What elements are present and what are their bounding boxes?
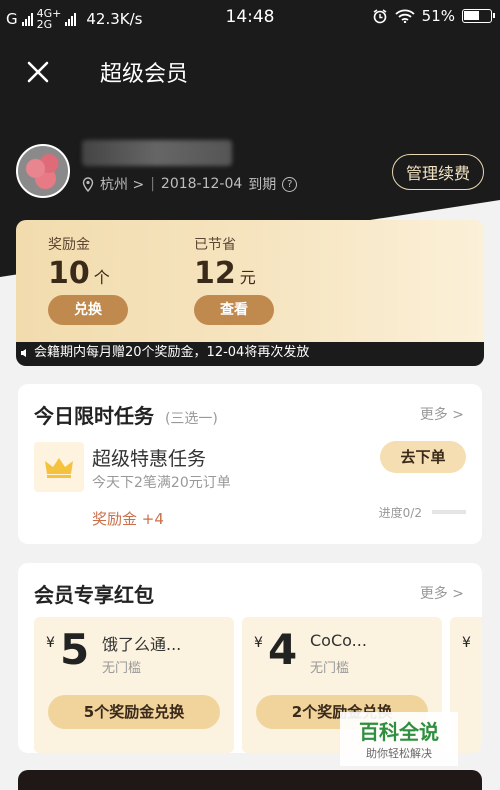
coupon-condition: 无门槛 bbox=[310, 661, 350, 676]
member-meta: 杭州 > | 2018-12-04 到期 ? bbox=[82, 174, 298, 194]
watermark-subtitle: 助你轻松解决 bbox=[366, 747, 432, 760]
tasks-subtitle: (三选一) bbox=[164, 411, 218, 427]
bottom-banner[interactable] bbox=[18, 770, 482, 790]
watermark-logo: 百科全说 助你轻松解决 bbox=[340, 712, 458, 766]
coupon-currency: ¥ bbox=[254, 635, 263, 651]
task-progress: 进度0/2 bbox=[378, 506, 422, 520]
notice-bar: 会籍期内每月赠20个奖励金，12-04将再次发放 bbox=[16, 342, 484, 366]
coupons-title: 会员专享红包 bbox=[34, 583, 154, 607]
speaker-icon bbox=[21, 349, 26, 357]
username-blurred bbox=[82, 140, 232, 166]
divider: | bbox=[150, 176, 155, 192]
saved-stat: 已节省 12 元 bbox=[194, 234, 256, 291]
reward-stat: 奖励金 10 个 bbox=[48, 234, 110, 291]
notice-text: 会籍期内每月赠20个奖励金，12-04将再次发放 bbox=[34, 345, 310, 360]
go-order-button[interactable]: 去下单 bbox=[380, 441, 466, 473]
watermark-title: 百科全说 bbox=[359, 720, 439, 744]
help-icon[interactable]: ? bbox=[282, 176, 298, 192]
page-title: 超级会员 bbox=[100, 62, 189, 87]
battery-icon bbox=[462, 9, 495, 23]
task-title: 超级特惠任务 bbox=[92, 448, 207, 470]
wifi-icon bbox=[395, 9, 415, 23]
expire-suffix: 到期 bbox=[248, 177, 277, 193]
coupon-condition: 无门槛 bbox=[102, 661, 142, 676]
view-savings-button[interactable]: 查看 bbox=[194, 295, 274, 325]
exchange-button[interactable]: 兑换 bbox=[48, 295, 128, 325]
coupon-amount: 4 bbox=[268, 625, 298, 674]
coupon-name: 饿了么通... bbox=[102, 635, 182, 654]
coupon-currency: ¥ bbox=[46, 635, 55, 651]
task-reward: 奖励金 +4 bbox=[92, 510, 164, 528]
battery-percent: 51% bbox=[421, 7, 455, 25]
avatar[interactable] bbox=[16, 144, 70, 198]
manage-renewal-button[interactable]: 管理续费 bbox=[391, 154, 484, 190]
location-link[interactable]: 杭州 > bbox=[100, 174, 144, 194]
reward-label: 奖励金 bbox=[48, 237, 90, 253]
reward-value: 10 个 bbox=[48, 256, 110, 291]
task-progress-bar bbox=[432, 510, 466, 514]
coupon-amount: 5 bbox=[60, 625, 90, 674]
close-icon[interactable] bbox=[24, 58, 52, 86]
coupon-currency: ¥ bbox=[462, 635, 471, 651]
tasks-more-link[interactable]: 更多 > bbox=[420, 404, 464, 424]
coupon-exchange-button[interactable]: 5个奖励金兑换 bbox=[48, 695, 220, 729]
saved-value: 12 元 bbox=[194, 256, 256, 291]
location-pin-icon bbox=[82, 176, 94, 192]
status-bar: G 4G+ 2G 42.3K/s 14:48 51% bbox=[0, 0, 500, 34]
reward-unit: 个 bbox=[93, 268, 110, 287]
tasks-title: 今日限时任务 (三选一) bbox=[34, 404, 218, 428]
task-crown-icon bbox=[34, 442, 84, 492]
benefits-panel: 奖励金 10 个 兑换 已节省 12 元 查看 bbox=[16, 220, 484, 342]
alarm-icon bbox=[373, 9, 387, 24]
expire-date: 2018-12-04 bbox=[160, 176, 243, 192]
task-description: 今天下2笔满20元订单 bbox=[92, 475, 231, 491]
tasks-card: 今日限时任务 (三选一) 更多 > 超级特惠任务 今天下2笔满20元订单 奖励金… bbox=[18, 384, 482, 544]
saved-unit: 元 bbox=[239, 268, 256, 287]
coupon-name: CoCo... bbox=[310, 631, 367, 650]
nav-bar: 超级会员 bbox=[0, 52, 500, 92]
coupons-more-link[interactable]: 更多 > bbox=[420, 583, 464, 603]
user-info: 杭州 > | 2018-12-04 到期 ? 管理续费 bbox=[16, 140, 486, 200]
saved-label: 已节省 bbox=[194, 237, 236, 253]
coupon-card[interactable]: ¥ 5 饿了么通... 无门槛 5个奖励金兑换 bbox=[34, 617, 234, 753]
